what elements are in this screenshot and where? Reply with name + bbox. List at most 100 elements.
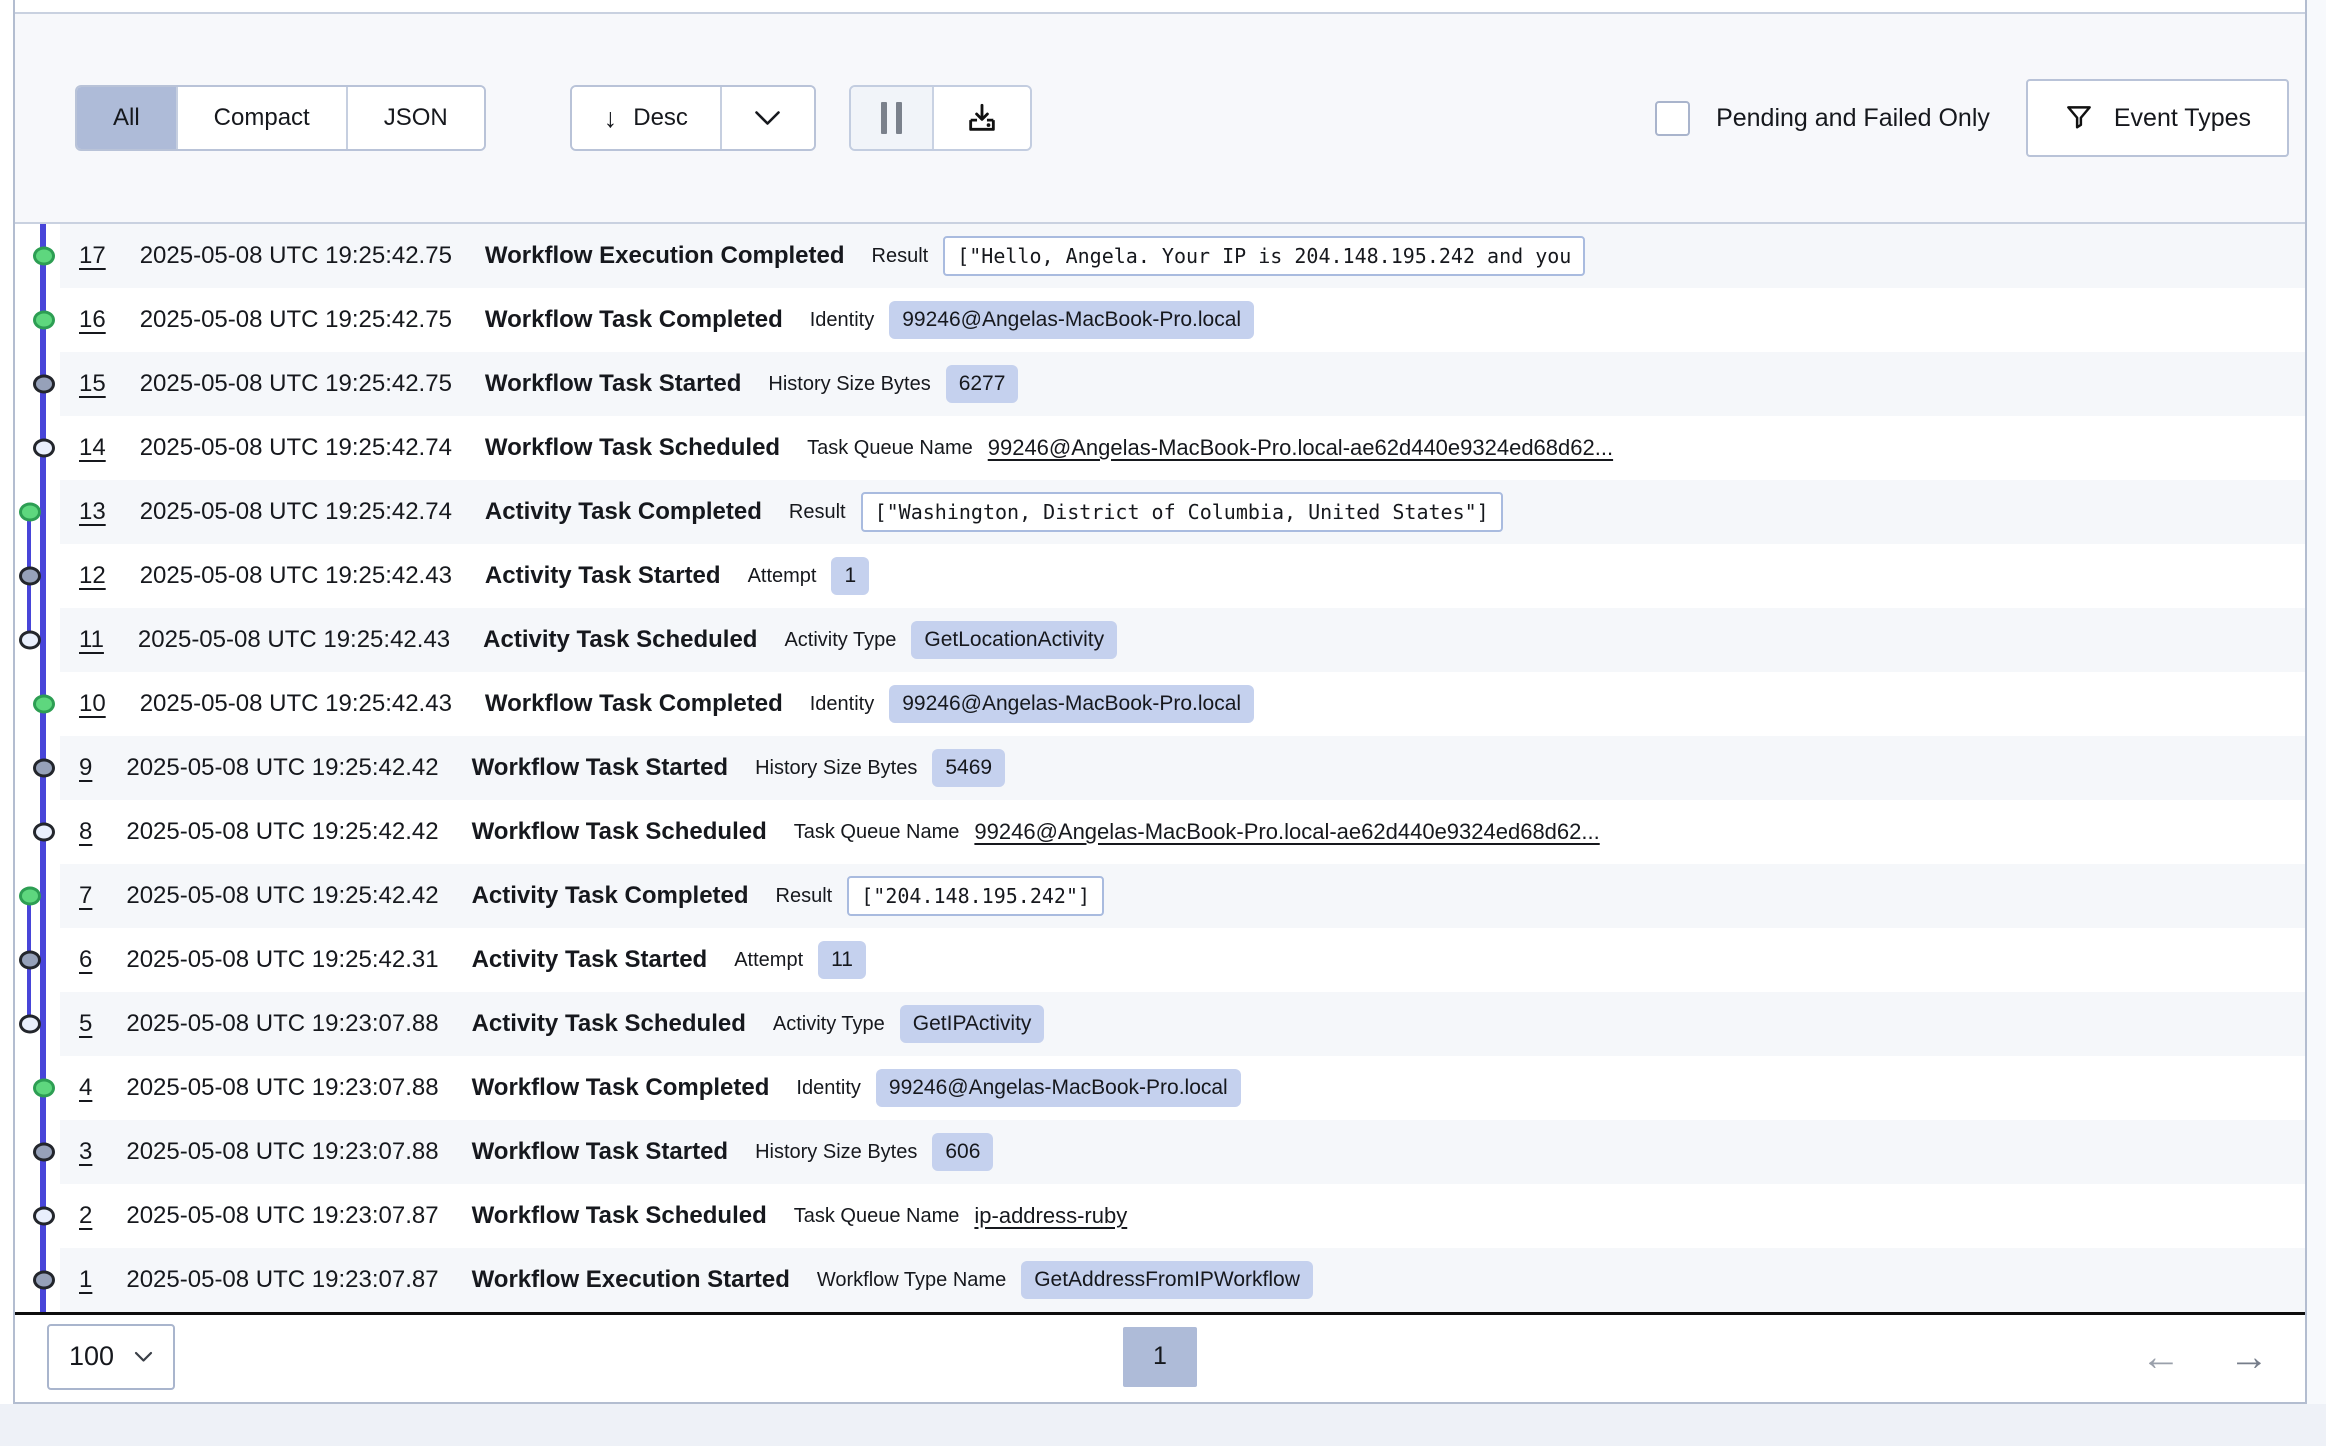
sort-dropdown-button[interactable] <box>722 87 814 149</box>
event-name: Activity Task Started <box>472 946 708 974</box>
event-value-link[interactable]: ip-address-ruby <box>974 1203 1127 1229</box>
event-status-dot <box>33 1271 55 1290</box>
event-name: Workflow Execution Started <box>472 1266 790 1294</box>
event-id-link[interactable]: 17 <box>79 242 106 270</box>
pager-arrows: ← → <box>2141 1337 2269 1377</box>
event-id-link[interactable]: 9 <box>79 754 92 782</box>
event-detail-label: Result <box>789 501 846 524</box>
panel-top-strip <box>15 0 2305 14</box>
event-id-link[interactable]: 11 <box>79 626 104 654</box>
event-row[interactable]: 7 2025-05-08 UTC 19:25:42.42 Activity Ta… <box>60 864 2305 928</box>
event-id-link[interactable]: 8 <box>79 818 92 846</box>
event-detail-label: Attempt <box>748 565 817 588</box>
pagination-bar: 100 1 ← → <box>15 1315 2305 1398</box>
event-detail-label: Result <box>776 885 833 908</box>
event-detail-label: Task Queue Name <box>807 437 973 460</box>
event-id-link[interactable]: 4 <box>79 1074 92 1102</box>
event-id-link[interactable]: 14 <box>79 434 106 462</box>
event-row[interactable]: 11 2025-05-08 UTC 19:25:42.43 Activity T… <box>60 608 2305 672</box>
event-id-link[interactable]: 15 <box>79 370 106 398</box>
event-id-link[interactable]: 5 <box>79 1010 92 1038</box>
event-value-badge: 5469 <box>932 749 1005 787</box>
pending-failed-checkbox[interactable] <box>1655 101 1690 136</box>
event-name: Activity Task Scheduled <box>472 1010 746 1038</box>
event-row[interactable]: 9 2025-05-08 UTC 19:25:42.42 Workflow Ta… <box>60 736 2305 800</box>
event-timestamp: 2025-05-08 UTC 19:23:07.88 <box>126 1138 438 1166</box>
event-detail-label: Identity <box>810 693 874 716</box>
event-id-link[interactable]: 3 <box>79 1138 92 1166</box>
event-row[interactable]: 6 2025-05-08 UTC 19:25:42.31 Activity Ta… <box>60 928 2305 992</box>
event-row[interactable]: 15 2025-05-08 UTC 19:25:42.75 Workflow T… <box>60 352 2305 416</box>
event-row[interactable]: 2 2025-05-08 UTC 19:23:07.87 Workflow Ta… <box>60 1184 2305 1248</box>
next-page-button[interactable]: → <box>2229 1337 2269 1377</box>
event-status-dot <box>33 823 55 842</box>
tab-all[interactable]: All <box>77 87 178 149</box>
event-value-badge: 11 <box>818 941 866 979</box>
event-row[interactable]: 5 2025-05-08 UTC 19:23:07.88 Activity Ta… <box>60 992 2305 1056</box>
event-id-link[interactable]: 10 <box>79 690 106 718</box>
event-row[interactable]: 1 2025-05-08 UTC 19:23:07.87 Workflow Ex… <box>60 1248 2305 1312</box>
event-value-badge: 6277 <box>946 365 1019 403</box>
download-icon <box>965 101 999 135</box>
playback-download-controls <box>849 85 1032 151</box>
event-timestamp: 2025-05-08 UTC 19:25:42.43 <box>138 626 450 654</box>
event-id-link[interactable]: 6 <box>79 946 92 974</box>
page-bottom-margin <box>0 1404 2326 1446</box>
event-id-link[interactable]: 16 <box>79 306 106 334</box>
event-detail-label: History Size Bytes <box>755 757 917 780</box>
sort-order-button[interactable]: ↓ Desc <box>572 87 722 149</box>
prev-page-button[interactable]: ← <box>2141 1337 2181 1377</box>
event-name: Workflow Task Scheduled <box>485 434 780 462</box>
event-name: Activity Task Scheduled <box>483 626 757 654</box>
event-row[interactable]: 4 2025-05-08 UTC 19:23:07.88 Workflow Ta… <box>60 1056 2305 1120</box>
event-status-dot <box>19 567 41 586</box>
event-status-dot <box>33 375 55 394</box>
event-name: Workflow Task Completed <box>485 690 783 718</box>
toolbar-right-section: Pending and Failed Only Event Types <box>1655 79 2289 157</box>
event-value-badge: GetIPActivity <box>900 1005 1045 1043</box>
event-id-link[interactable]: 12 <box>79 562 106 590</box>
pause-button[interactable] <box>851 87 934 149</box>
event-row[interactable]: 12 2025-05-08 UTC 19:25:42.43 Activity T… <box>60 544 2305 608</box>
event-timestamp: 2025-05-08 UTC 19:25:42.74 <box>140 434 452 462</box>
event-value-code: ["204.148.195.242"] <box>847 876 1104 916</box>
current-page-button[interactable]: 1 <box>1123 1327 1197 1387</box>
event-name: Workflow Task Scheduled <box>472 818 767 846</box>
event-value-link[interactable]: 99246@Angelas-MacBook-Pro.local-ae62d440… <box>988 435 1613 461</box>
event-name: Workflow Task Started <box>472 754 729 782</box>
event-timestamp: 2025-05-08 UTC 19:23:07.88 <box>126 1010 438 1038</box>
event-value-link[interactable]: 99246@Angelas-MacBook-Pro.local-ae62d440… <box>974 819 1599 845</box>
event-timestamp: 2025-05-08 UTC 19:23:07.88 <box>126 1074 438 1102</box>
event-value-code: ["Hello, Angela. Your IP is 204.148.195.… <box>943 236 1585 276</box>
event-detail-label: Activity Type <box>784 629 896 652</box>
event-id-link[interactable]: 1 <box>79 1266 92 1294</box>
event-row[interactable]: 14 2025-05-08 UTC 19:25:42.74 Workflow T… <box>60 416 2305 480</box>
funnel-icon <box>2064 103 2094 133</box>
event-id-link[interactable]: 13 <box>79 498 106 526</box>
tab-json[interactable]: JSON <box>348 87 484 149</box>
event-detail-label: Attempt <box>734 949 803 972</box>
event-id-link[interactable]: 2 <box>79 1202 92 1230</box>
event-row[interactable]: 10 2025-05-08 UTC 19:25:42.43 Workflow T… <box>60 672 2305 736</box>
page-size-value: 100 <box>69 1341 114 1372</box>
event-types-button[interactable]: Event Types <box>2026 79 2289 157</box>
event-value-badge: 99246@Angelas-MacBook-Pro.local <box>889 685 1254 723</box>
event-status-dot <box>19 951 41 970</box>
event-row[interactable]: 8 2025-05-08 UTC 19:25:42.42 Workflow Ta… <box>60 800 2305 864</box>
download-button[interactable] <box>934 87 1030 149</box>
event-detail-label: Task Queue Name <box>794 1205 960 1228</box>
view-mode-tabs: All Compact JSON <box>75 85 486 151</box>
event-detail-label: Identity <box>796 1077 860 1100</box>
tab-compact[interactable]: Compact <box>178 87 348 149</box>
event-row[interactable]: 16 2025-05-08 UTC 19:25:42.75 Workflow T… <box>60 288 2305 352</box>
arrow-left-icon: ← <box>2141 1335 2181 1379</box>
event-id-link[interactable]: 7 <box>79 882 92 910</box>
event-row[interactable]: 3 2025-05-08 UTC 19:23:07.88 Workflow Ta… <box>60 1120 2305 1184</box>
event-name: Activity Task Completed <box>485 498 762 526</box>
event-row[interactable]: 17 2025-05-08 UTC 19:25:42.75 Workflow E… <box>60 224 2305 288</box>
event-row[interactable]: 13 2025-05-08 UTC 19:25:42.74 Activity T… <box>60 480 2305 544</box>
event-value-badge: 99246@Angelas-MacBook-Pro.local <box>889 301 1254 339</box>
page-size-select[interactable]: 100 <box>47 1324 175 1390</box>
event-status-dot <box>33 247 55 266</box>
pending-failed-filter[interactable]: Pending and Failed Only <box>1655 101 1990 136</box>
